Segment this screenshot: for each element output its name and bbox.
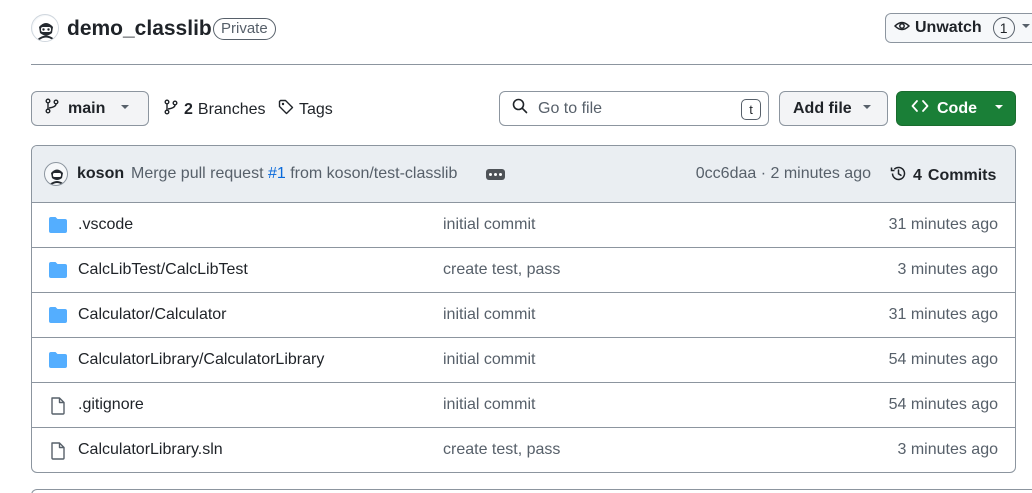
file-name[interactable]: CalculatorLibrary/CalculatorLibrary [78, 351, 324, 369]
visibility-badge: Private [213, 18, 276, 40]
file-row[interactable]: Calculator/Calculator initial commit 31 … [32, 293, 1015, 338]
author-avatar[interactable] [44, 162, 68, 186]
branches-count: 2 [184, 100, 193, 118]
tags-link[interactable]: Tags [278, 99, 333, 120]
code-button[interactable]: Code [896, 91, 1016, 126]
unwatch-button[interactable]: Unwatch 1 [885, 13, 1032, 43]
folder-icon [49, 352, 67, 368]
file-commit-message[interactable]: initial commit [443, 216, 535, 234]
file-commit-time: 3 minutes ago [897, 441, 998, 458]
file-name[interactable]: CalculatorLibrary.sln [78, 441, 223, 459]
repo-avatar-icon[interactable] [31, 14, 59, 42]
pull-request-link[interactable]: #1 [268, 165, 286, 182]
repo-header: demo_classlib Private Unwatch 1 [31, 13, 1032, 46]
history-icon [890, 165, 907, 187]
file-name[interactable]: .gitignore [78, 396, 144, 414]
go-to-file-search[interactable]: t [499, 91, 769, 126]
commit-hash-time[interactable]: 0cc6daa · 2 minutes ago [696, 165, 871, 183]
branches-label: Branches [197, 100, 266, 118]
watch-count: 1 [992, 17, 1015, 39]
file-commit-message[interactable]: initial commit [443, 351, 535, 369]
code-icon [911, 98, 929, 119]
commit-message[interactable]: Merge pull request #1 from koson/test-cl… [131, 165, 457, 183]
commit-message-prefix: Merge pull request [131, 165, 264, 182]
tags-label: Tags [299, 100, 333, 118]
folder-icon [49, 262, 67, 278]
file-commit-message[interactable]: create test, pass [443, 261, 560, 279]
folder-icon [49, 217, 67, 233]
search-input[interactable] [538, 99, 728, 118]
file-row[interactable]: CalcLibTest/CalcLibTest create test, pas… [32, 248, 1015, 293]
file-icon [49, 397, 67, 415]
unwatch-label: Unwatch [915, 19, 982, 36]
file-commit-time: 54 minutes ago [888, 351, 998, 368]
file-row[interactable]: CalculatorLibrary.sln create test, pass … [32, 428, 1015, 472]
chevron-down-icon [861, 100, 873, 118]
file-name[interactable]: Calculator/Calculator [78, 306, 227, 324]
commit-message-suffix: from koson/test-classlib [290, 165, 458, 182]
file-row[interactable]: .gitignore initial commit 54 minutes ago [32, 383, 1015, 428]
commits-label: Commits [927, 167, 997, 184]
latest-commit-bar: koson Merge pull request #1 from koson/t… [32, 146, 1015, 203]
add-file-button[interactable]: Add file [779, 91, 888, 126]
file-commit-time: 3 minutes ago [897, 261, 998, 278]
commit-author[interactable]: koson [77, 165, 124, 183]
header-divider [31, 64, 1032, 65]
chevron-down-icon [993, 100, 1005, 118]
chevron-down-icon [119, 100, 131, 118]
code-label: Code [937, 99, 977, 117]
branches-link[interactable]: 2 Branches [163, 99, 266, 120]
file-commit-time: 54 minutes ago [888, 396, 998, 413]
expand-commit-message-button[interactable] [486, 169, 505, 180]
file-row[interactable]: CalculatorLibrary/CalculatorLibrary init… [32, 338, 1015, 383]
file-icon [49, 442, 67, 460]
file-commit-time: 31 minutes ago [888, 216, 998, 233]
file-commit-message[interactable]: create test, pass [443, 441, 560, 459]
eye-icon [893, 18, 911, 39]
tag-icon [278, 99, 294, 120]
branch-selector[interactable]: main [31, 91, 149, 126]
branch-icon [44, 98, 60, 119]
repo-name[interactable]: demo_classlib [67, 17, 212, 41]
search-shortcut-key: t [741, 99, 761, 120]
commits-history-link[interactable]: 4 Commits [890, 165, 996, 187]
file-list: koson Merge pull request #1 from koson/t… [31, 145, 1016, 473]
file-name[interactable]: .vscode [78, 216, 133, 234]
branch-name: main [68, 99, 106, 117]
search-icon [512, 98, 528, 119]
file-commit-message[interactable]: initial commit [443, 306, 535, 324]
file-name[interactable]: CalcLibTest/CalcLibTest [78, 261, 248, 279]
readme-box-edge [31, 489, 1032, 493]
add-file-label: Add file [793, 99, 852, 117]
commits-count: 4 [913, 167, 922, 184]
file-row[interactable]: .vscode initial commit 31 minutes ago [32, 203, 1015, 248]
repo-toolbar: main 2 Branches Tags t Add file Code [31, 91, 1032, 127]
file-commit-message[interactable]: initial commit [443, 396, 535, 414]
branch-icon [163, 99, 179, 120]
chevron-down-icon [1020, 19, 1032, 37]
file-commit-time: 31 minutes ago [888, 306, 998, 323]
folder-icon [49, 307, 67, 323]
